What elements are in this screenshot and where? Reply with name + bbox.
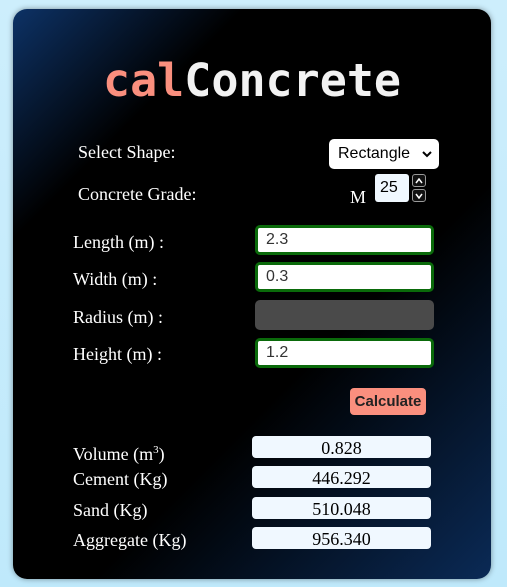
- app-title: calConcrete: [13, 53, 491, 109]
- chevron-up-icon: [415, 177, 423, 183]
- sand-label: Sand (Kg): [73, 500, 148, 520]
- width-input[interactable]: 0.3: [255, 262, 434, 292]
- grade-prefix: M: [350, 187, 367, 207]
- length-label: Length (m) :: [73, 232, 164, 252]
- length-input[interactable]: 2.3: [255, 225, 434, 255]
- shape-select[interactable]: Rectangle: [329, 139, 439, 169]
- grade-label: Concrete Grade:: [78, 184, 197, 204]
- grade-input[interactable]: 25: [375, 174, 409, 202]
- height-label: Height (m) :: [73, 344, 162, 364]
- sand-result: 510.048: [252, 497, 431, 519]
- cement-label: Cement (Kg): [73, 469, 168, 489]
- cement-result: 446.292: [252, 466, 431, 488]
- volume-label-close: ): [158, 444, 165, 464]
- radius-input: [255, 300, 434, 330]
- volume-label-text: Volume (m: [73, 444, 154, 464]
- aggregate-label: Aggregate (Kg): [73, 530, 187, 550]
- grade-increment-button[interactable]: [412, 174, 426, 187]
- shape-label: Select Shape:: [78, 142, 176, 162]
- volume-label: Volume (m3): [73, 439, 165, 465]
- volume-result: 0.828: [252, 436, 431, 458]
- grade-decrement-button[interactable]: [412, 189, 426, 202]
- chevron-down-icon: [415, 193, 423, 199]
- app-title-concrete: Concrete: [184, 54, 402, 107]
- aggregate-result: 956.340: [252, 527, 431, 549]
- width-label: Width (m) :: [73, 269, 158, 289]
- app-title-cal: cal: [102, 54, 185, 107]
- shape-select-value: Rectangle: [338, 145, 411, 162]
- calculate-button[interactable]: Calculate: [350, 388, 426, 415]
- chevron-down-icon: [422, 151, 432, 158]
- calculator-card: calConcrete Select Shape: Rectangle Conc…: [13, 9, 491, 579]
- radius-label: Radius (m) :: [73, 307, 163, 327]
- height-input[interactable]: 1.2: [255, 338, 434, 368]
